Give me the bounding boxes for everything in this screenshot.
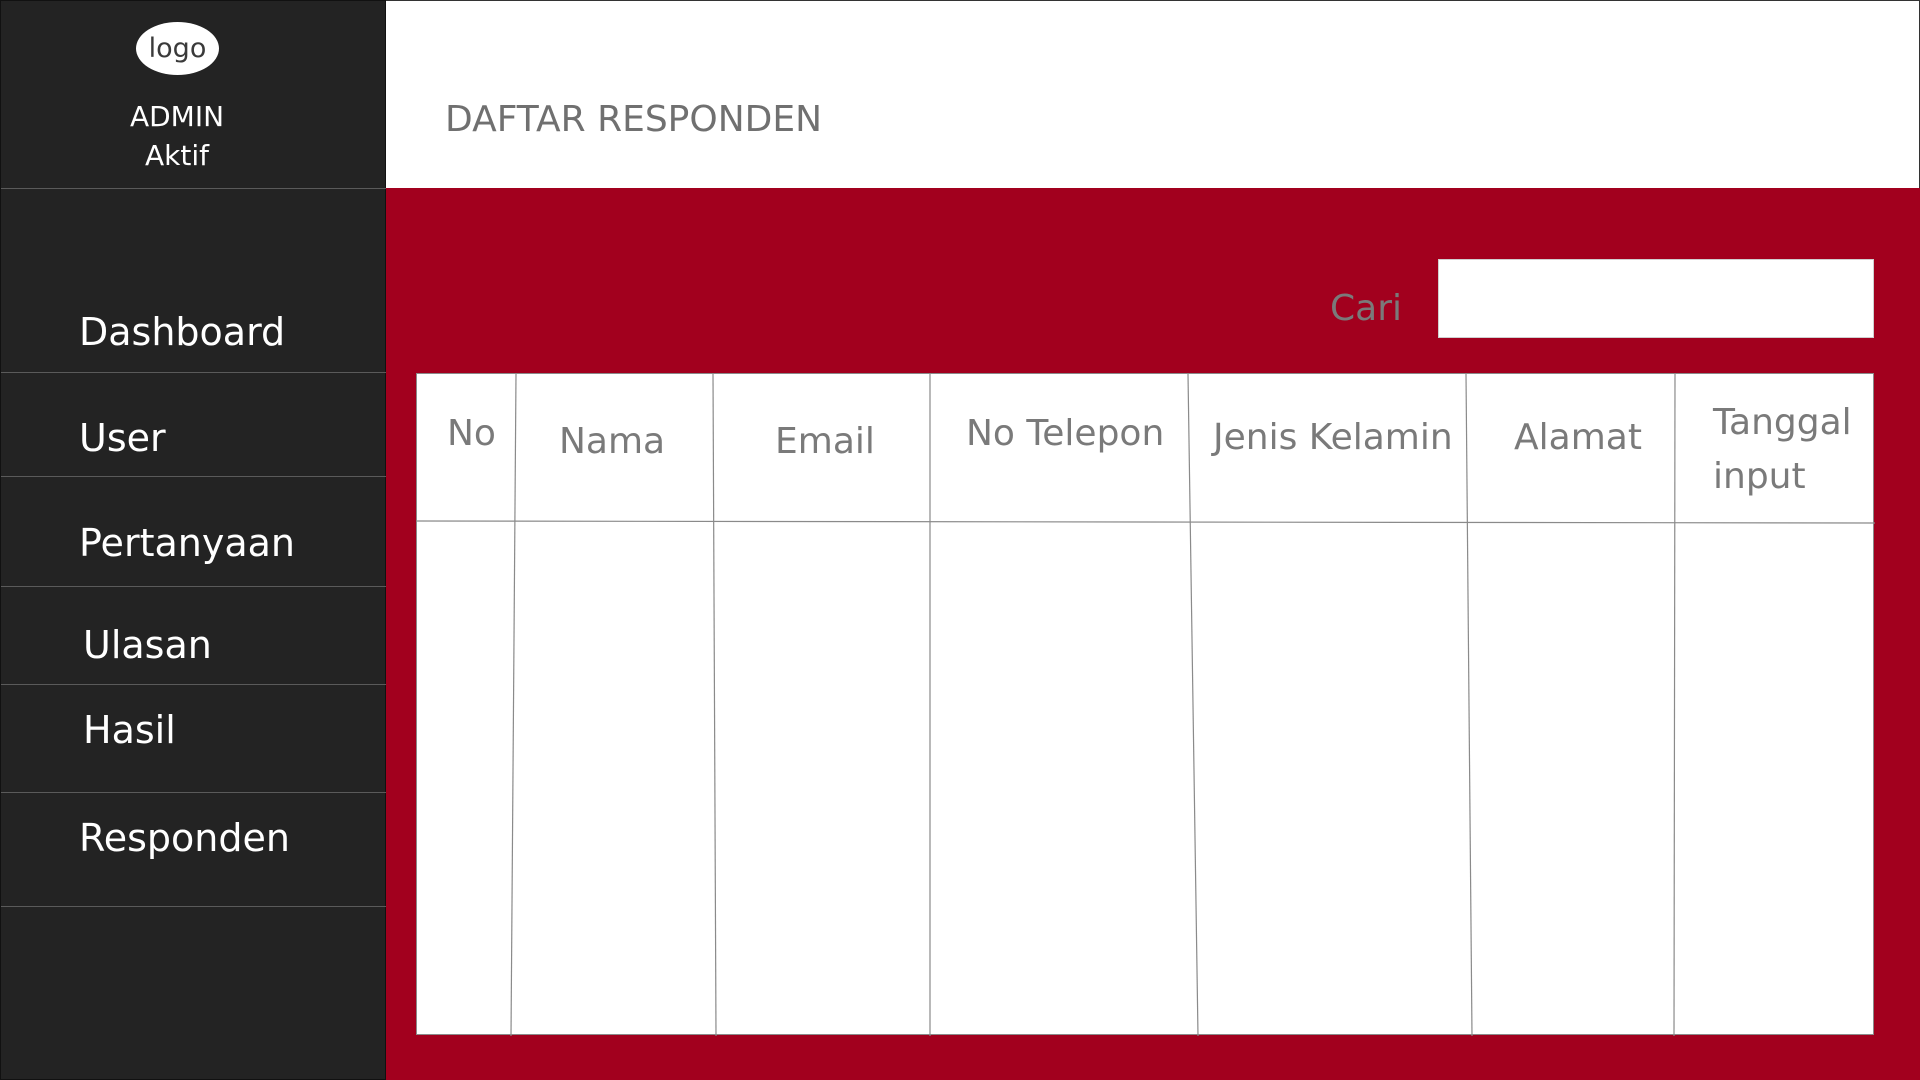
column-header-alamat: Alamat xyxy=(1514,417,1642,458)
table-grid xyxy=(417,374,1875,1036)
sidebar-item-dashboard[interactable]: Dashboard xyxy=(1,189,387,373)
column-header-email: Email xyxy=(775,421,875,462)
column-header-tanggal-input: Tanggal input xyxy=(1713,402,1852,497)
column-header-jenis-kelamin: Jenis Kelamin xyxy=(1213,417,1453,458)
admin-name: ADMIN xyxy=(129,100,225,133)
search-input[interactable] xyxy=(1438,259,1874,338)
sidebar-item-label: Hasil xyxy=(83,708,176,752)
admin-profile: logo ADMIN Aktif xyxy=(1,1,387,189)
main-content: Cari No Nama Email No Telepon Jenis Kela… xyxy=(386,188,1920,1080)
sidebar-item-label: Ulasan xyxy=(83,623,212,667)
admin-status: Aktif xyxy=(145,139,209,172)
page-title: DAFTAR RESPONDEN xyxy=(445,99,823,140)
search-label: Cari xyxy=(1330,288,1402,329)
app-window: logo ADMIN Aktif Dashboard User Pertanya… xyxy=(0,0,1920,1080)
sidebar-item-label: Dashboard xyxy=(79,310,286,354)
sidebar-item-ulasan[interactable]: Ulasan xyxy=(1,587,387,685)
sidebar-item-label: Responden xyxy=(79,816,290,860)
sidebar-item-label: Pertanyaan xyxy=(79,521,295,565)
logo: logo xyxy=(136,22,219,75)
sidebar: logo ADMIN Aktif Dashboard User Pertanya… xyxy=(0,0,387,1080)
sidebar-item-hasil[interactable]: Hasil xyxy=(1,685,387,793)
column-header-no: No xyxy=(447,413,496,454)
sidebar-item-responden[interactable]: Responden xyxy=(1,793,387,907)
header: DAFTAR RESPONDEN xyxy=(386,0,1920,188)
respondent-table: No Nama Email No Telepon Jenis Kelamin A… xyxy=(416,373,1875,1036)
column-header-no-telepon: No Telepon xyxy=(966,413,1165,454)
column-header-nama: Nama xyxy=(559,421,666,462)
sidebar-item-label: User xyxy=(79,416,166,460)
sidebar-item-pertanyaan[interactable]: Pertanyaan xyxy=(1,477,387,587)
sidebar-item-user[interactable]: User xyxy=(1,373,387,477)
